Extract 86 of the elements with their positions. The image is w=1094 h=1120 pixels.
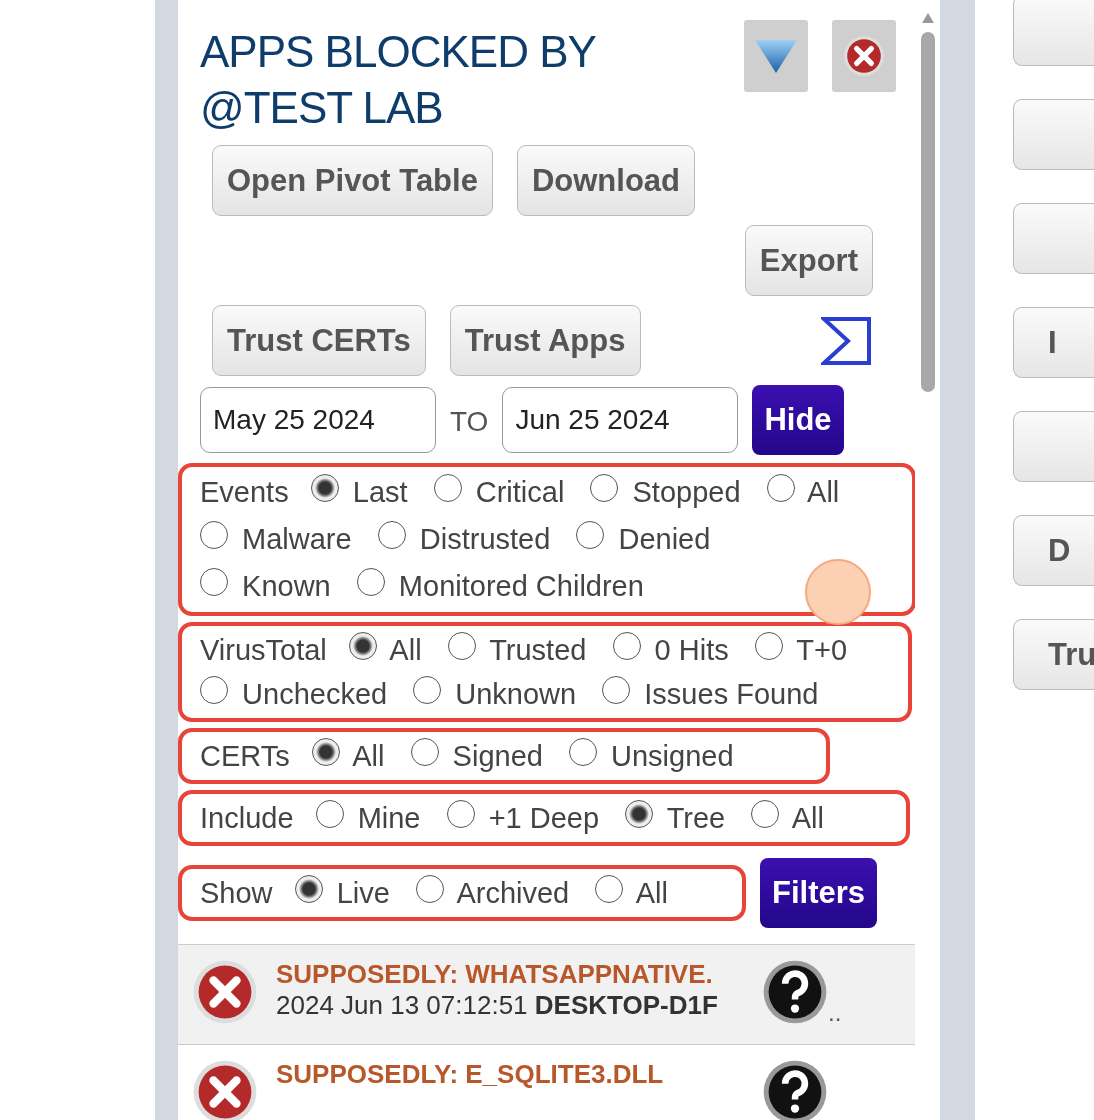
option-label[interactable]: Stopped [632,476,741,508]
group-label: Show [200,877,273,909]
group-label: Events [200,476,289,508]
option-label[interactable]: All [791,802,824,834]
option-label[interactable]: All [352,740,385,772]
option-label[interactable]: Live [336,877,390,909]
filters-button[interactable]: Filters [760,858,878,928]
result-row[interactable]: SUPPOSEDLY: WHATSAPPNATIVE. 2024 Jun 13 07:12:51 DESKTOP-D1F .. [178,945,915,1045]
side-button[interactable]: D [1013,515,1094,586]
option-label[interactable]: Known [242,570,331,602]
error-icon [192,959,258,1025]
action-button[interactable]: Download [516,145,695,216]
option-label[interactable]: Unsigned [611,740,734,772]
radio-button[interactable] [410,738,439,766]
group-label: CERTs [200,740,290,772]
result-meta: 2024 Jun 13 07:12:51 DESKTOP-D1F [276,990,719,1021]
option-label[interactable]: Critical [475,476,565,508]
radio-button[interactable] [751,800,780,828]
hide-button[interactable]: Hide [752,385,844,455]
radio-button[interactable] [413,676,442,704]
radio-button[interactable] [377,521,406,549]
action-button[interactable]: Trust Apps [449,305,641,376]
option-label[interactable]: Denied [618,523,711,555]
action-button[interactable]: Export [744,225,873,296]
group-label: VirusTotal [200,634,327,666]
option-label[interactable]: +1 Deep [488,802,600,834]
side-button[interactable]: I [1013,307,1094,378]
radio-button[interactable] [433,474,462,502]
option-label[interactable]: All [807,476,840,508]
option-label[interactable]: 0 Hits [654,634,729,666]
group-label: Include [200,802,294,834]
radio-button[interactable] [446,800,475,828]
option-label[interactable]: Mine [357,802,421,834]
side-button[interactable]: Tru [1013,619,1094,690]
help-icon[interactable] [762,1059,828,1120]
result-title: SUPPOSEDLY: E_SQLITE3.DLL [276,1059,665,1090]
option-label[interactable]: Unchecked [242,678,388,710]
date-field[interactable]: May 25 2024 [200,387,436,453]
action-button[interactable]: Trust CERTs [212,305,426,376]
radio-button[interactable] [625,800,654,828]
sigma-icon[interactable] [821,315,873,366]
radio-button[interactable] [595,875,624,903]
radio-button[interactable] [447,632,476,660]
scroll-up-icon[interactable] [920,12,935,24]
radio-button[interactable] [569,738,597,766]
option-label[interactable]: Trusted [489,634,587,666]
radio-button[interactable] [766,474,795,502]
radio-button[interactable] [315,800,344,828]
option-label[interactable]: Last [352,476,408,508]
option-label[interactable]: Issues Found [644,678,819,710]
radio-button[interactable] [294,875,323,903]
panel-title: APPS BLOCKED BY @TEST LAB [200,26,597,134]
option-label[interactable]: Distrusted [419,523,551,555]
more-text: .. [828,999,842,1027]
option-label[interactable]: Archived [456,877,570,909]
option-label[interactable]: T+0 [796,634,848,666]
option-label[interactable]: All [635,877,668,909]
option-label[interactable]: Unknown [455,678,577,710]
radio-button[interactable] [356,568,385,596]
triangle-icon [753,37,799,75]
error-icon [843,35,885,77]
radio-button[interactable] [348,632,377,660]
radio-button[interactable] [200,676,228,704]
close-button[interactable] [832,20,896,92]
radio-button[interactable] [602,676,631,704]
result-title: SUPPOSEDLY: WHATSAPPNATIVE. [276,959,714,990]
option-label[interactable]: Tree [666,802,726,834]
option-label[interactable]: Malware [242,523,352,555]
range-separator: TO [450,406,489,438]
radio-button[interactable] [200,521,228,549]
radio-button[interactable] [311,738,340,766]
error-icon [192,1059,258,1120]
date-field[interactable]: Jun 25 2024 [502,387,739,453]
radio-button[interactable] [576,521,605,549]
radio-button[interactable] [612,632,641,660]
radio-button[interactable] [415,875,444,903]
radio-button[interactable] [590,474,619,502]
action-button[interactable]: Open Pivot Table [212,145,493,216]
option-label[interactable]: Signed [452,740,543,772]
radio-button[interactable] [754,632,783,660]
radio-button[interactable] [200,568,228,596]
scroll-thumb[interactable] [920,32,935,392]
option-label[interactable]: Monitored Children [398,570,644,602]
radio-button[interactable] [310,474,339,502]
help-icon[interactable] [762,959,828,1025]
option-label[interactable]: All [389,634,422,666]
